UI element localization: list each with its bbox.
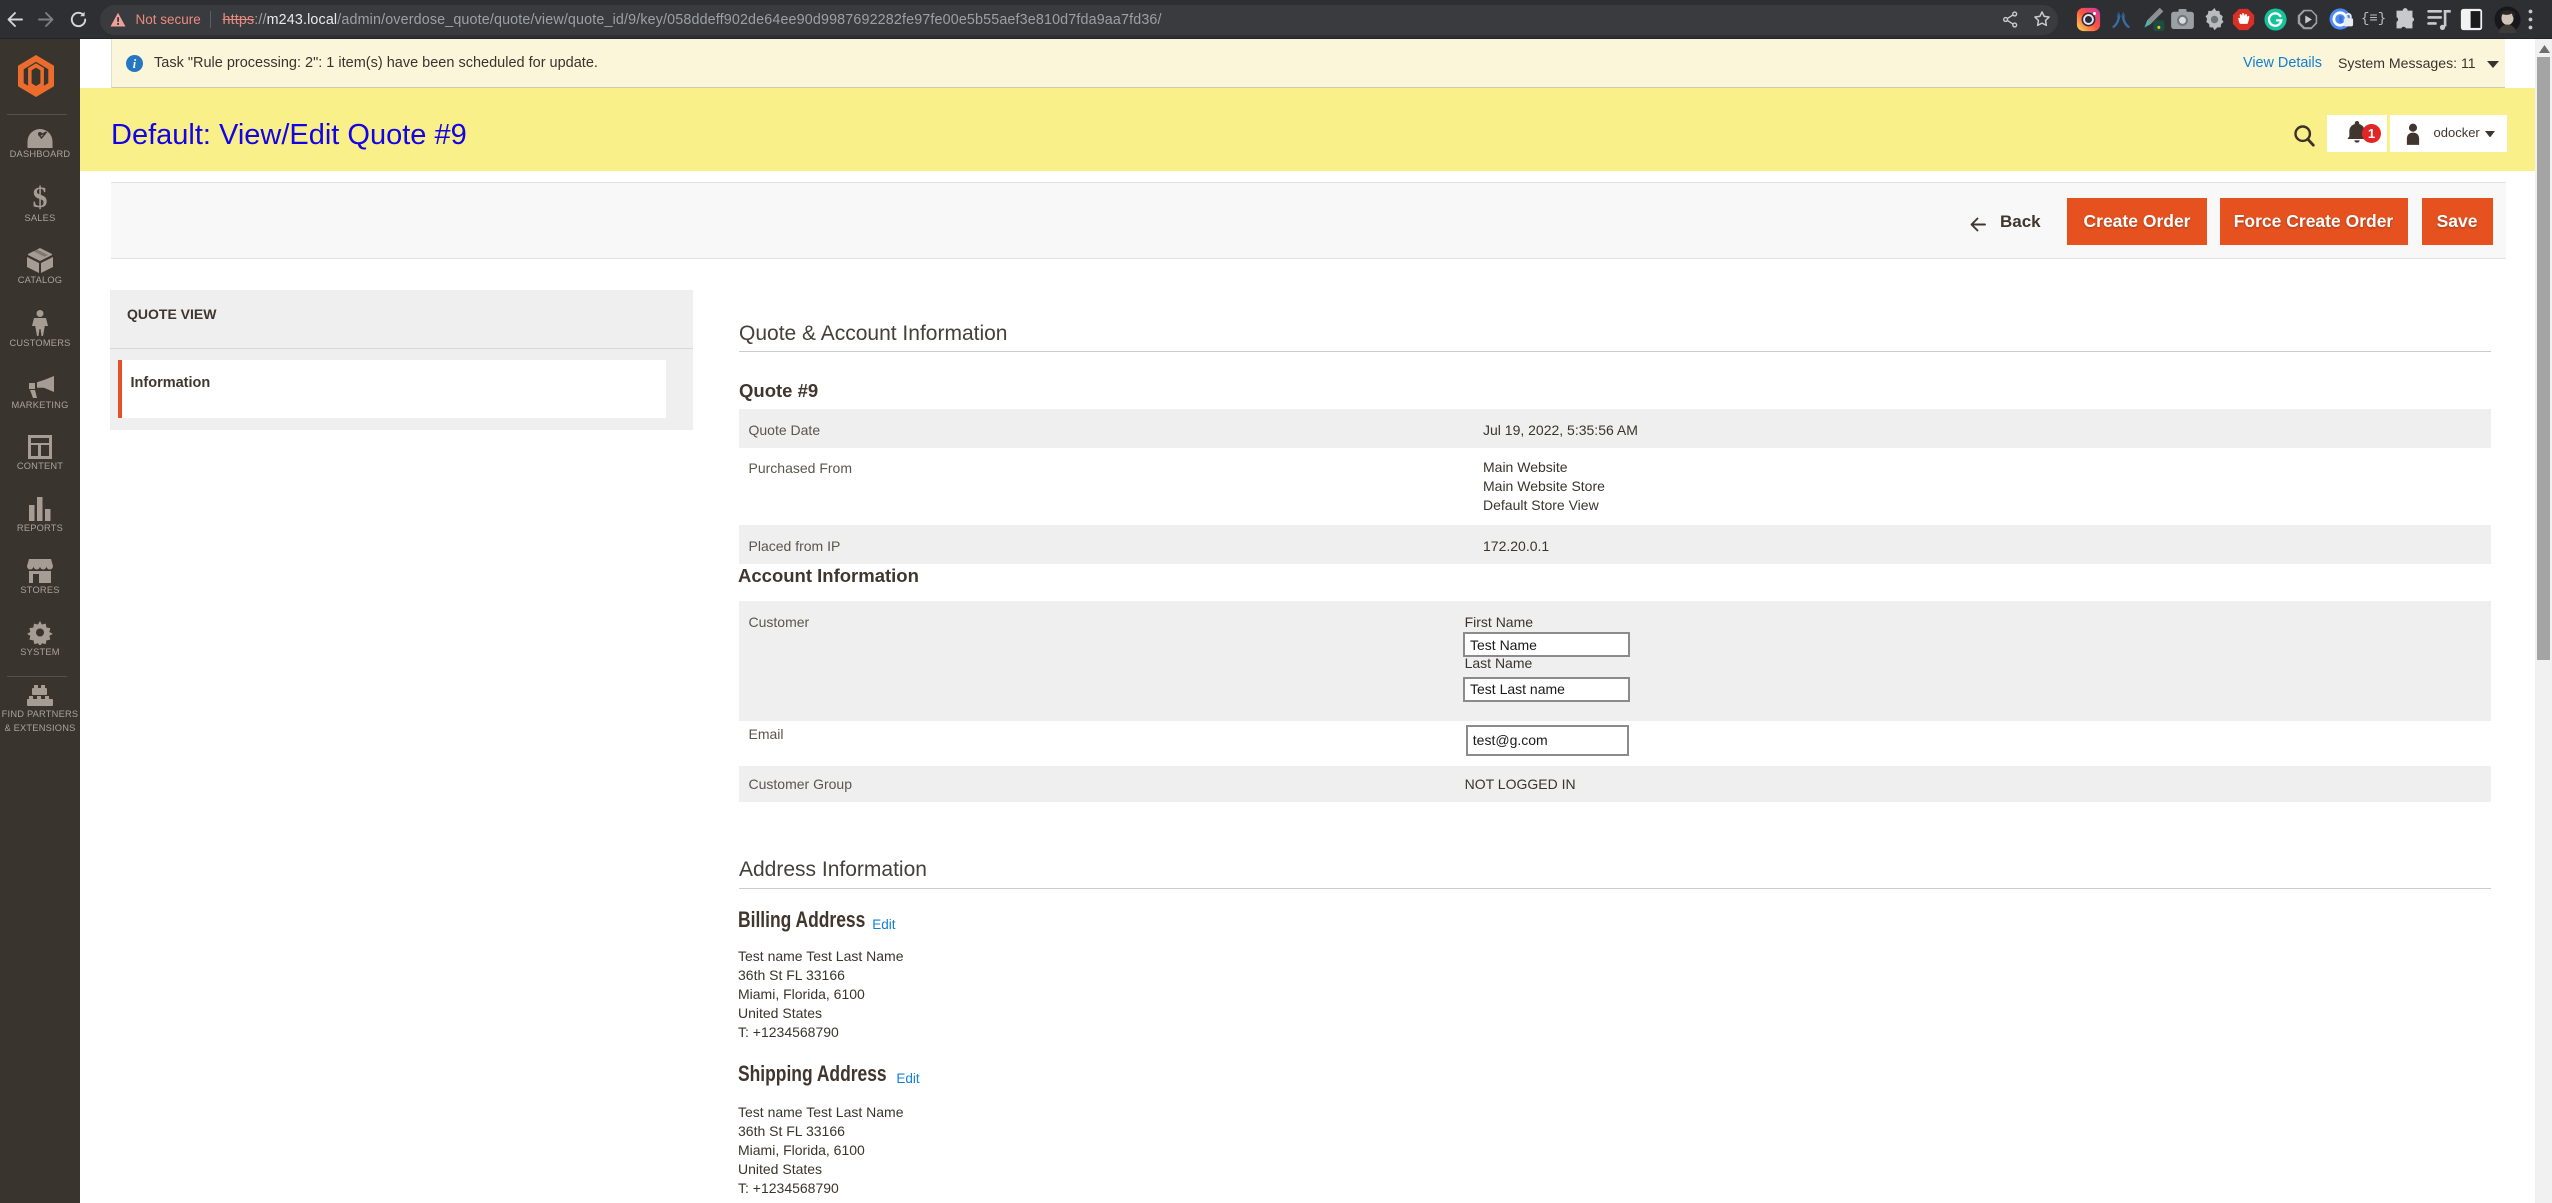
svg-text:i: i	[133, 57, 137, 71]
